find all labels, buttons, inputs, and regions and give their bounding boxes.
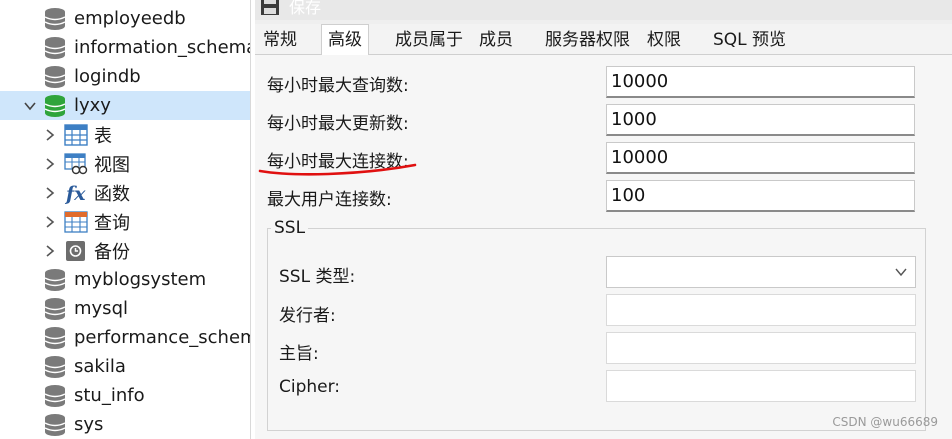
tree-item-label: 备份 <box>94 241 130 263</box>
tree-item-sys[interactable]: sys <box>0 410 250 439</box>
backup-icon <box>66 240 85 261</box>
subject-input[interactable] <box>606 332 916 364</box>
tree-item-performance-schema[interactable]: performance_schema <box>0 323 250 352</box>
tree-item-label: 函数 <box>94 183 130 205</box>
table-icon <box>64 123 88 146</box>
database-icon <box>44 65 66 88</box>
cipher-label: Cipher: <box>279 377 341 397</box>
tab-advanced[interactable]: 高级 <box>321 24 369 55</box>
tree-item-logindb[interactable]: logindb <box>0 62 250 91</box>
advanced-settings-panel: 每小时最大查询数: 10000 每小时最大更新数: 1000 每小时最大连接数:… <box>255 55 952 439</box>
tree-item-tables[interactable]: 表 <box>0 120 250 149</box>
cipher-input[interactable] <box>606 370 916 402</box>
chevron-right-icon[interactable] <box>44 186 56 199</box>
max-connections-input[interactable]: 10000 <box>606 142 915 174</box>
ssl-group-title: SSL <box>271 218 309 238</box>
save-icon <box>261 0 279 15</box>
tree-item-label: 表 <box>94 125 112 147</box>
tree-item-stu-info[interactable]: stu_info <box>0 381 250 410</box>
tree-item-employeedb[interactable]: employeedb <box>0 4 250 33</box>
tree-item-label: mysql <box>74 298 128 319</box>
tree-item-label: sys <box>74 414 104 435</box>
query-icon <box>64 210 88 233</box>
database-icon <box>44 268 66 291</box>
user-editor-pane: 保存 常规 高级 成员属于 成员 服务器权限 权限 SQL 预览 每小时最大查询… <box>255 0 952 439</box>
navigation-tree: employeedb information_schema logindb ly… <box>0 0 251 439</box>
tree-item-label: 查询 <box>94 212 130 234</box>
subject-label: 主旨: <box>279 344 319 364</box>
tab-general[interactable]: 常规 <box>257 26 303 54</box>
chevron-right-icon[interactable] <box>44 215 56 228</box>
max-queries-label: 每小时最大查询数: <box>267 76 409 96</box>
database-icon <box>44 36 66 59</box>
function-icon: fx <box>64 183 86 204</box>
tree-item-label: myblogsystem <box>74 269 207 290</box>
tab-privileges[interactable]: 权限 <box>641 26 687 54</box>
tree-item-label: employeedb <box>74 8 186 29</box>
database-icon <box>44 7 66 30</box>
tree-item-lyxy[interactable]: lyxy <box>0 91 250 120</box>
svg-text:fx: fx <box>64 183 86 204</box>
tree-item-label: stu_info <box>74 385 145 406</box>
max-user-connections-input[interactable]: 100 <box>606 180 915 212</box>
tree-item-label: sakila <box>74 356 126 377</box>
chevron-right-icon[interactable] <box>44 128 56 141</box>
tab-bar: 常规 高级 成员属于 成员 服务器权限 权限 SQL 预览 <box>255 24 952 55</box>
chevron-down-icon[interactable] <box>24 100 36 112</box>
chevron-right-icon[interactable] <box>44 244 56 257</box>
max-updates-input[interactable]: 1000 <box>606 104 915 136</box>
chevron-down-icon <box>895 268 907 277</box>
tree-item-sakila[interactable]: sakila <box>0 352 250 381</box>
database-icon <box>44 326 66 349</box>
max-queries-input[interactable]: 10000 <box>606 66 915 98</box>
view-icon <box>64 152 88 174</box>
max-user-connections-label: 最大用户连接数: <box>267 190 392 210</box>
tree-item-label: 视图 <box>94 154 130 176</box>
tree-item-label: lyxy <box>74 95 111 116</box>
save-label: 保存 <box>289 0 322 17</box>
database-icon <box>44 384 66 407</box>
tab-sql-preview[interactable]: SQL 预览 <box>707 26 792 54</box>
tree-item-views[interactable]: 视图 <box>0 149 250 178</box>
tree-item-label: logindb <box>74 66 141 87</box>
issuer-label: 发行者: <box>279 306 336 326</box>
tree-item-functions[interactable]: fx 函数 <box>0 178 250 207</box>
tab-members[interactable]: 成员 <box>473 26 519 54</box>
tree-item-label: information_schema <box>74 37 251 58</box>
red-annotation-underline <box>258 163 417 176</box>
save-button[interactable]: 保存 <box>255 0 325 20</box>
tree-item-backups[interactable]: 备份 <box>0 236 250 265</box>
tree-item-mysql[interactable]: mysql <box>0 294 250 323</box>
ssl-type-label: SSL 类型: <box>279 267 356 287</box>
toolbar: 保存 <box>255 0 952 20</box>
ssl-type-select[interactable] <box>606 256 916 288</box>
watermark: CSDN @wu66689 <box>832 415 938 429</box>
database-icon <box>44 297 66 320</box>
database-icon <box>44 355 66 378</box>
tree-item-information-schema[interactable]: information_schema <box>0 33 250 62</box>
issuer-input[interactable] <box>606 294 916 326</box>
chevron-right-icon[interactable] <box>44 157 56 170</box>
tab-server-privileges[interactable]: 服务器权限 <box>539 26 636 54</box>
tree-item-label: performance_schema <box>74 327 251 348</box>
tab-member-of[interactable]: 成员属于 <box>389 26 469 54</box>
database-icon <box>44 94 66 117</box>
tree-item-myblogsystem[interactable]: myblogsystem <box>0 265 250 294</box>
max-updates-label: 每小时最大更新数: <box>267 114 409 134</box>
database-icon <box>44 413 66 436</box>
tree-item-queries[interactable]: 查询 <box>0 207 250 236</box>
